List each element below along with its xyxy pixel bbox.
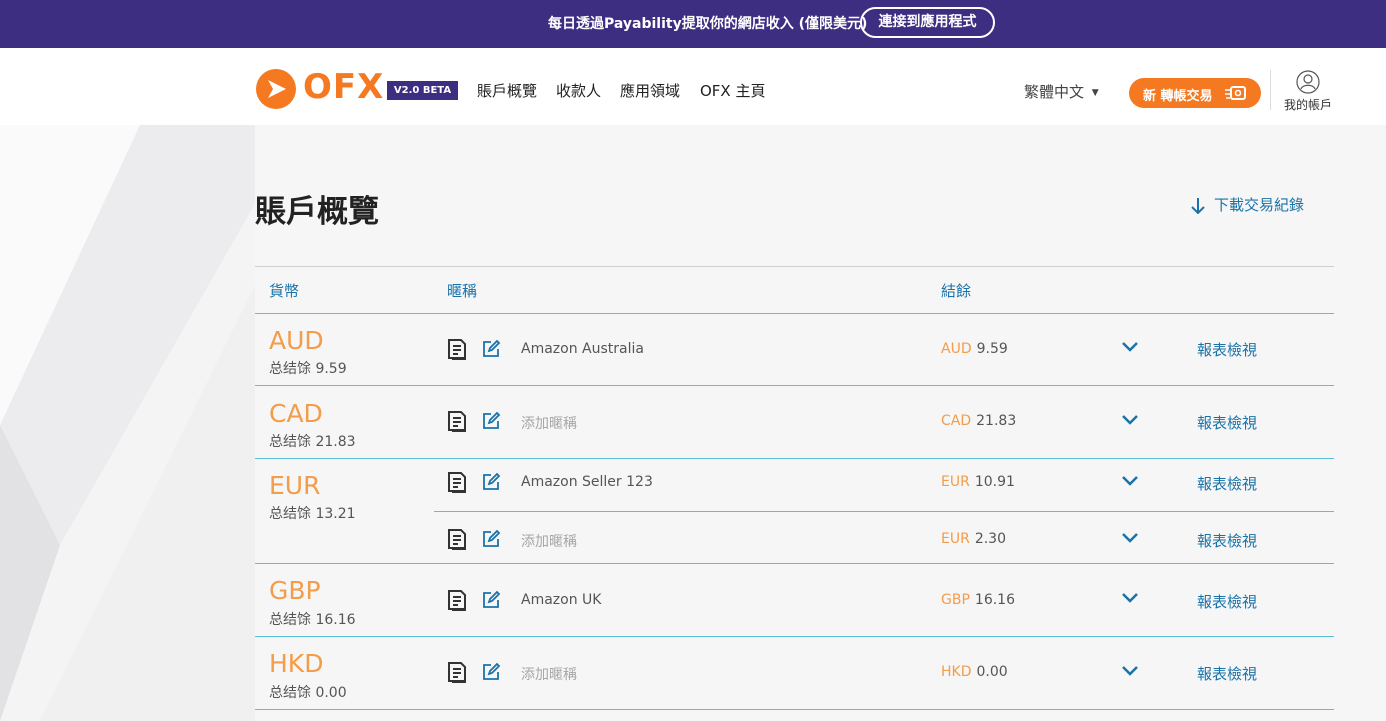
- currency-code: GBP: [269, 576, 321, 605]
- header-nickname: 暱稱: [447, 282, 478, 300]
- edit-icon[interactable]: [482, 411, 501, 430]
- statement-icon[interactable]: [447, 528, 469, 550]
- logo-text: OFX: [303, 67, 385, 107]
- row-divider: [255, 385, 1334, 386]
- my-account-label: 我的帳戶: [1283, 98, 1332, 112]
- statement-icon[interactable]: [447, 471, 469, 493]
- balance: GBP 16.16: [941, 592, 1015, 608]
- balance-code: EUR: [941, 531, 970, 547]
- row-divider: [255, 458, 1334, 459]
- chevron-down-icon[interactable]: [1121, 414, 1139, 426]
- currency-total: 总结馀 21.83: [269, 434, 356, 450]
- currency-code: EUR: [269, 471, 321, 500]
- header-divider: [1270, 70, 1271, 110]
- nav-apps[interactable]: 應用領域: [620, 80, 680, 101]
- nav-accounts[interactable]: 賬戶概覽: [477, 80, 537, 101]
- balance: EUR 10.91: [941, 474, 1015, 490]
- header-balance: 結餘: [941, 282, 972, 300]
- statement-icon[interactable]: [447, 410, 469, 432]
- balance-code: EUR: [941, 474, 970, 490]
- edit-icon[interactable]: [482, 662, 501, 681]
- statement-icon[interactable]: [447, 338, 469, 360]
- banner-text: 每日透過Payability提取你的網店收入 (僅限美元): [548, 16, 868, 32]
- balance-code: HKD: [941, 664, 972, 680]
- chevron-down-icon[interactable]: [1121, 341, 1139, 353]
- balance-amount: 10.91: [974, 474, 1015, 490]
- ofx-logo[interactable]: OFX: [255, 67, 383, 114]
- balance-amount: 9.59: [976, 341, 1008, 357]
- header-currency: 貨幣: [269, 282, 300, 300]
- my-account[interactable]: 我的帳戶: [1280, 70, 1336, 113]
- top-header: OFX V2.0 BETA 賬戶概覽 收款人 應用領域 OFX 主頁 繁體中文 …: [0, 48, 1386, 125]
- nickname[interactable]: Amazon Australia: [521, 341, 644, 357]
- page-title: 賬戶概覽: [255, 194, 379, 230]
- chevron-down-icon[interactable]: [1121, 592, 1139, 604]
- currency-total: 总结馀 9.59: [269, 361, 347, 377]
- new-transfer-button[interactable]: 新 轉帳交易: [1129, 78, 1261, 108]
- version-badge: V2.0 BETA: [387, 81, 458, 100]
- balance-amount: 2.30: [974, 531, 1006, 547]
- promo-banner: 每日透過Payability提取你的網店收入 (僅限美元) 連接到應用程式: [0, 0, 1386, 48]
- connect-app-button[interactable]: 連接到應用程式: [860, 7, 995, 38]
- row-divider: [255, 636, 1334, 637]
- balance-amount: 21.83: [976, 413, 1017, 429]
- report-view-link[interactable]: 報表檢視: [1197, 412, 1257, 433]
- report-view-link[interactable]: 報表檢視: [1197, 530, 1257, 551]
- statement-icon[interactable]: [447, 661, 469, 683]
- balance: EUR 2.30: [941, 531, 1006, 547]
- report-view-link[interactable]: 報表檢視: [1197, 663, 1257, 684]
- edit-icon[interactable]: [482, 590, 501, 609]
- report-view-link[interactable]: 報表檢視: [1197, 591, 1257, 612]
- language-label: 繁體中文: [1024, 83, 1085, 101]
- balance-amount: 0.00: [976, 664, 1008, 680]
- arrow-down-icon: [1191, 197, 1205, 214]
- nav-recipients[interactable]: 收款人: [556, 80, 601, 101]
- caret-down-icon: ▼: [1091, 87, 1099, 98]
- row-divider: [255, 563, 1334, 564]
- chevron-down-icon[interactable]: [1121, 665, 1139, 677]
- transfer-icon: [1225, 86, 1246, 100]
- nickname[interactable]: 添加暱稱: [521, 531, 577, 551]
- balance-code: CAD: [941, 413, 972, 429]
- balance: AUD 9.59: [941, 341, 1008, 357]
- currency-code: HKD: [269, 649, 324, 678]
- new-transfer-label: 新 轉帳交易: [1143, 89, 1213, 104]
- nickname[interactable]: Amazon Seller 123: [521, 474, 653, 490]
- edit-icon[interactable]: [482, 529, 501, 548]
- balance: CAD 21.83: [941, 413, 1016, 429]
- background-decoration: [0, 125, 1386, 721]
- download-label: 下載交易紀錄: [1214, 196, 1305, 214]
- nickname[interactable]: 添加暱稱: [521, 664, 577, 684]
- chevron-down-icon[interactable]: [1121, 532, 1139, 544]
- table-top-border: [255, 266, 1334, 267]
- row-divider: [255, 709, 1334, 710]
- balance-amount: 16.16: [974, 592, 1015, 608]
- ofx-logo-icon: [256, 69, 296, 109]
- currency-total: 总结馀 0.00: [269, 685, 347, 701]
- subrow-divider: [434, 511, 1334, 512]
- nav-ofx-home[interactable]: OFX 主頁: [700, 80, 765, 101]
- edit-icon[interactable]: [482, 339, 501, 358]
- currency-total: 总结馀 13.21: [269, 506, 356, 522]
- report-view-link[interactable]: 報表檢視: [1197, 473, 1257, 494]
- report-view-link[interactable]: 報表檢視: [1197, 339, 1257, 360]
- balance-code: AUD: [941, 341, 972, 357]
- currency-total: 总结馀 16.16: [269, 612, 356, 628]
- statement-icon[interactable]: [447, 589, 469, 611]
- nickname[interactable]: Amazon UK: [521, 592, 601, 608]
- download-transactions-link[interactable]: 下載交易紀錄: [1190, 194, 1304, 215]
- language-selector[interactable]: 繁體中文 ▼: [1024, 81, 1099, 102]
- user-icon: [1296, 70, 1320, 94]
- nickname[interactable]: 添加暱稱: [521, 413, 577, 433]
- balance: HKD 0.00: [941, 664, 1008, 680]
- currency-code: CAD: [269, 399, 323, 428]
- edit-icon[interactable]: [482, 472, 501, 491]
- table-divider: [255, 313, 1334, 314]
- balance-code: GBP: [941, 592, 970, 608]
- currency-code: AUD: [269, 326, 324, 355]
- chevron-down-icon[interactable]: [1121, 475, 1139, 487]
